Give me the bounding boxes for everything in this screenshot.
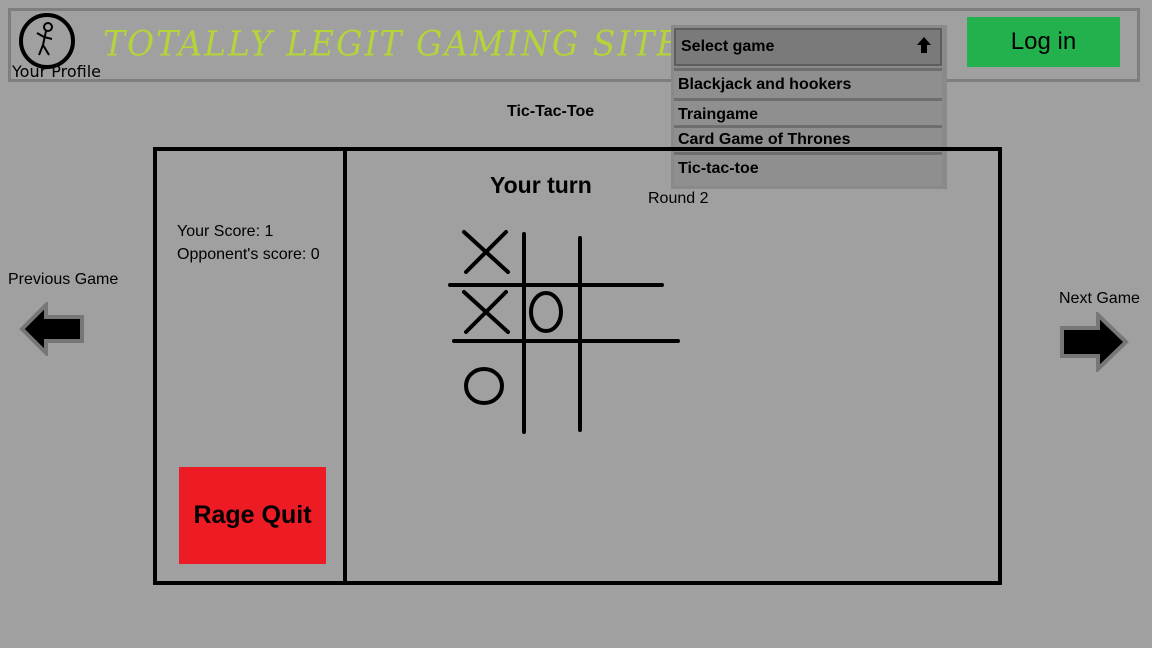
login-button[interactable]: Log in (967, 17, 1120, 67)
arrow-up-icon[interactable] (915, 36, 933, 54)
site-title: TOTALLY LEGIT GAMING SITE (103, 23, 683, 64)
frame-divider (343, 147, 347, 585)
profile-label[interactable]: Your Profile (12, 62, 101, 81)
board-marks (462, 230, 563, 405)
x-mark (462, 290, 510, 334)
tic-tac-toe-board[interactable] (440, 220, 690, 440)
round-label: Round 2 (648, 190, 709, 207)
your-score: Your Score: 1 (177, 223, 274, 240)
game-title: Tic-Tac-Toe (507, 103, 595, 120)
profile-avatar-icon[interactable] (19, 13, 75, 69)
game-select-label: Select game (681, 38, 775, 55)
previous-game-label[interactable]: Previous Game (8, 271, 118, 289)
turn-indicator: Your turn (490, 172, 592, 198)
o-mark (464, 367, 504, 405)
game-option-blackjack[interactable]: Blackjack and hookers (674, 68, 942, 98)
previous-game-arrow-icon[interactable] (18, 302, 86, 356)
game-option-traingame[interactable]: Traingame (674, 98, 942, 125)
next-game-label[interactable]: Next Game (1059, 290, 1140, 308)
next-game-arrow-icon[interactable] (1058, 312, 1130, 372)
score-panel: Your Score: 1 Opponent's score: 0 (177, 220, 320, 266)
o-mark (529, 291, 563, 333)
rage-quit-button[interactable]: Rage Quit (179, 467, 326, 564)
opponent-score: Opponent's score: 0 (177, 246, 320, 263)
x-mark (462, 230, 510, 274)
